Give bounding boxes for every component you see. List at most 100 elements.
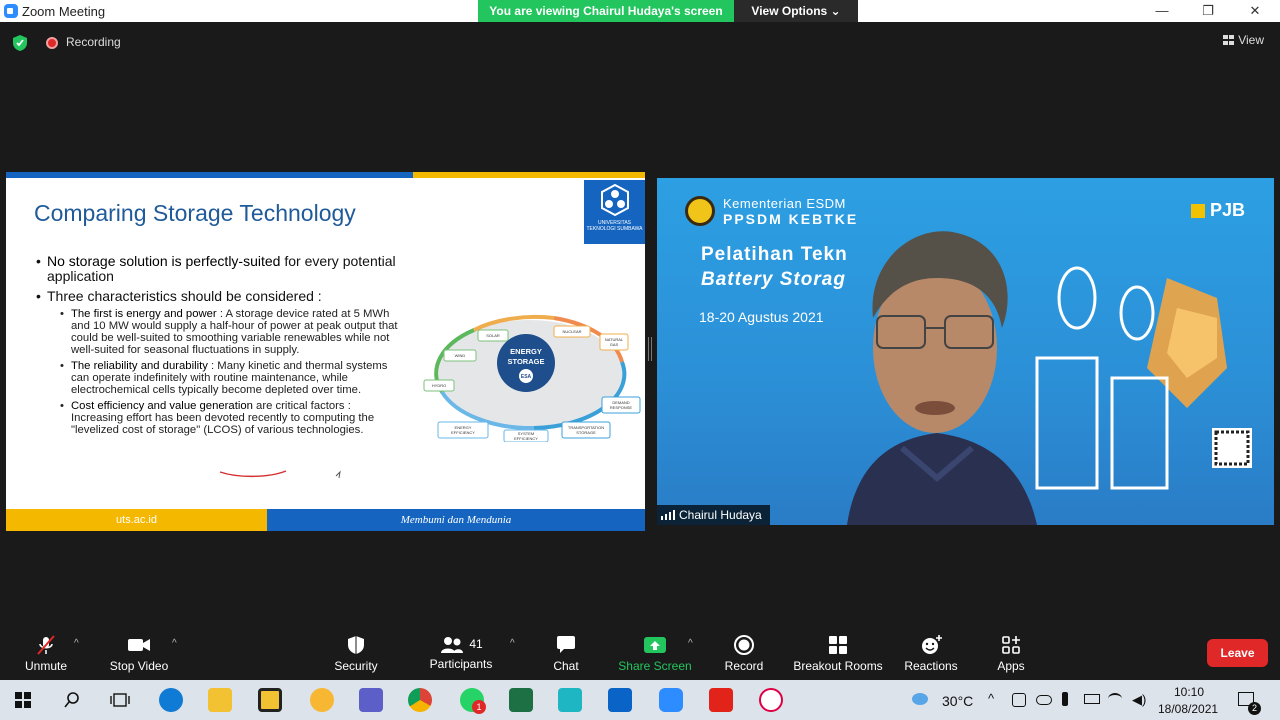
media-player-icon[interactable] — [608, 688, 632, 712]
split-view-handle[interactable] — [648, 337, 652, 361]
slide-bullets: • No storage solution is perfectly-suited… — [36, 253, 406, 437]
wifi-icon[interactable] — [1108, 693, 1122, 705]
viewing-banner: You are viewing Chairul Hudaya's screen — [478, 0, 734, 22]
video-dates: 18-20 Agustus 2021 — [699, 309, 824, 325]
shared-screen[interactable]: UNIVERSITAS TEKNOLOGI SUMBAWA Comparing … — [6, 172, 645, 531]
video-brand-line-1: Kementerian ESDM — [723, 196, 846, 211]
maximize-button[interactable]: ❐ — [1185, 2, 1231, 20]
leave-button[interactable]: Leave — [1207, 639, 1268, 667]
reactions-label: Reactions — [904, 659, 958, 673]
recording-label: Recording — [66, 35, 121, 49]
bullet-1-bold: No storage solution is perfectly-suited — [47, 253, 281, 269]
file-explorer-icon[interactable] — [208, 688, 232, 712]
meeting-toolbar: Unmute ^ Stop Video ^ Security 41 Partic… — [0, 628, 1280, 680]
share-options-caret[interactable]: ^ — [688, 638, 693, 649]
usb-device-icon[interactable] — [1062, 692, 1068, 706]
apps-label: Apps — [997, 659, 1025, 673]
participants-count: 41 — [469, 637, 483, 651]
svg-text:WIND: WIND — [455, 353, 466, 358]
chrome-icon[interactable] — [408, 688, 432, 712]
apps-button[interactable]: Apps — [994, 628, 1028, 680]
share-screen-label: Share Screen — [618, 659, 692, 673]
onedrive-cloud-icon[interactable] — [1036, 695, 1052, 705]
pjb-text: PJB — [1210, 200, 1246, 220]
windows-start-icon[interactable] — [15, 692, 31, 708]
slide-top-bar-yellow — [413, 172, 645, 178]
hexagon-logo-icon — [601, 184, 629, 216]
participants-label: Participants — [429, 657, 493, 671]
unmute-button[interactable]: Unmute — [18, 628, 74, 680]
breakout-rooms-label: Breakout Rooms — [793, 659, 883, 673]
tray-expand-chevron-icon[interactable]: ^ — [988, 691, 994, 706]
sub-bullet-3: • Cost efficiency and value generation ar… — [60, 400, 375, 436]
security-label: Security — [334, 659, 378, 673]
weather-icon[interactable] — [912, 693, 928, 705]
slide-footer-tagline: Membumi dan Mendunia — [267, 509, 645, 531]
slide-title: Comparing Storage Technology — [34, 200, 356, 226]
participants-options-caret[interactable]: ^ — [510, 638, 515, 649]
edge-browser-icon[interactable] — [159, 688, 183, 712]
participants-button[interactable]: 41 Participants — [425, 628, 497, 680]
pdf-reader-icon[interactable] — [709, 688, 733, 712]
sticky-notes-icon[interactable] — [258, 688, 282, 712]
signal-bars-icon — [661, 510, 675, 520]
reactions-button[interactable]: Reactions — [902, 628, 960, 680]
zoom-taskbar-icon[interactable] — [659, 688, 683, 712]
meet-now-icon[interactable] — [1012, 693, 1026, 707]
minimize-button[interactable]: — — [1139, 2, 1185, 20]
photos-app-icon[interactable] — [310, 688, 334, 712]
encryption-shield-icon[interactable] — [12, 34, 28, 52]
window-title: Zoom Meeting — [22, 4, 106, 19]
sub-bullet-2: • The reliability and durability : Many k… — [60, 360, 388, 396]
recording-icon — [46, 37, 58, 49]
security-button[interactable]: Security — [330, 628, 382, 680]
speaker-silhouette — [847, 231, 1037, 525]
esdm-emblem-icon — [685, 196, 715, 226]
whatsapp-notification-badge: 1 — [472, 700, 486, 714]
apps-icon — [1002, 636, 1020, 654]
grid-icon — [1223, 35, 1235, 45]
diagram-badge: ESA — [521, 374, 532, 380]
sub-bullet-2-head: The reliability and durability — [71, 360, 208, 372]
security-shield-icon — [348, 636, 364, 654]
chat-label: Chat — [553, 659, 579, 673]
chat-bubble-icon — [557, 636, 575, 653]
clock-date[interactable]: 18/08/2021 — [1158, 702, 1218, 716]
share-screen-icon — [644, 637, 666, 653]
stop-video-button[interactable]: Stop Video — [105, 628, 173, 680]
clock-time[interactable]: 10:10 — [1174, 685, 1204, 699]
breakout-rooms-icon — [829, 636, 847, 654]
meeting-area: Recording View UNIVERSITAS TEKNOLOGI SUM… — [0, 22, 1280, 628]
speaker-video[interactable]: Kementerian ESDM PPSDM KEBTKE Pelatihan … — [657, 178, 1274, 525]
search-icon[interactable] — [63, 691, 81, 709]
view-label: View — [1238, 33, 1264, 47]
view-options-button[interactable]: View Options ⌄ — [734, 0, 858, 22]
windows-taskbar: 1 30°C ^ ◀) 10:10 18/08/2021 2 — [0, 680, 1280, 720]
audio-options-caret[interactable]: ^ — [74, 638, 79, 649]
breakout-rooms-button[interactable]: Breakout Rooms — [790, 628, 886, 680]
svg-text:RESPONSE: RESPONSE — [610, 405, 633, 410]
app-icon-teal[interactable] — [558, 688, 582, 712]
university-logo: UNIVERSITAS TEKNOLOGI SUMBAWA — [584, 180, 645, 244]
chat-button[interactable]: Chat — [548, 628, 584, 680]
temperature[interactable]: 30°C — [942, 693, 973, 709]
video-options-caret[interactable]: ^ — [172, 638, 177, 649]
teams-icon[interactable] — [359, 688, 383, 712]
sub-bullet-1: • The first is energy and power : A stora… — [60, 308, 398, 356]
slide-top-bar-blue — [6, 172, 413, 178]
record-button[interactable]: Record — [720, 628, 768, 680]
bullet-2: • Three characteristics should be conside… — [36, 288, 322, 304]
svg-text:SOLAR: SOLAR — [486, 333, 500, 338]
svg-text:STORAGE: STORAGE — [576, 430, 596, 435]
snipping-tool-icon[interactable] — [759, 688, 783, 712]
view-button[interactable]: View — [1223, 33, 1264, 47]
close-button[interactable]: ✕ — [1232, 2, 1278, 20]
svg-text:GAS: GAS — [610, 342, 619, 347]
participant-name-tag: Chairul Hudaya — [657, 505, 770, 525]
battery-icon[interactable] — [1084, 694, 1100, 704]
diagram-center-label-1: ENERGY — [510, 347, 542, 356]
speaker-volume-icon[interactable]: ◀) — [1132, 692, 1146, 708]
task-view-icon[interactable] — [110, 691, 130, 709]
excel-icon[interactable] — [509, 688, 533, 712]
share-screen-button[interactable]: Share Screen — [616, 628, 694, 680]
